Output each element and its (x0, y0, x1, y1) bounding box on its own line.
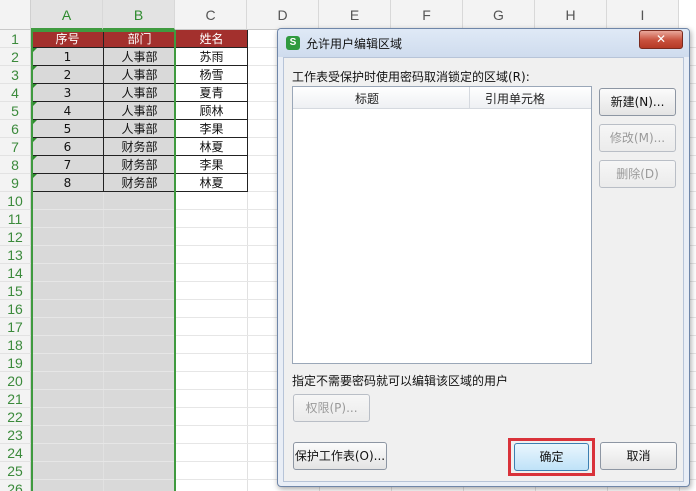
row-header-7[interactable]: 7 (0, 138, 31, 156)
row-header-25[interactable]: 25 (0, 462, 31, 480)
row-header-16[interactable]: 16 (0, 300, 31, 318)
column-header-a[interactable]: A (31, 0, 103, 30)
row-header-22[interactable]: 22 (0, 408, 31, 426)
row-header-14[interactable]: 14 (0, 264, 31, 282)
dialog-title: 允许用户编辑区域 (306, 37, 403, 51)
row-header-18[interactable]: 18 (0, 336, 31, 354)
row-header-26[interactable]: 26 (0, 480, 31, 491)
table-cell[interactable]: 苏雨 (176, 48, 247, 66)
table-cell[interactable]: 林夏 (176, 174, 247, 192)
dialog-titlebar[interactable]: S 允许用户编辑区域 ✕ (278, 29, 689, 57)
table-cell[interactable]: 林夏 (176, 138, 247, 156)
table-cell[interactable]: 夏青 (176, 84, 247, 102)
row-header-23[interactable]: 23 (0, 426, 31, 444)
column-header-i[interactable]: I (607, 0, 679, 30)
row-header-15[interactable]: 15 (0, 282, 31, 300)
row-header-8[interactable]: 8 (0, 156, 31, 174)
ranges-list[interactable]: 标题 引用单元格 (292, 86, 592, 364)
row-header-9[interactable]: 9 (0, 174, 31, 192)
table-cell[interactable]: 杨雪 (176, 66, 247, 84)
close-button[interactable]: ✕ (639, 30, 683, 49)
table-cell[interactable]: 李果 (176, 120, 247, 138)
wps-s-icon: S (286, 36, 300, 50)
row-header-1[interactable]: 1 (0, 30, 31, 48)
column-selection-border (31, 30, 176, 491)
permissions-button[interactable]: 权限(P)... (293, 394, 370, 422)
table-cell[interactable]: 顾林 (176, 102, 247, 120)
column-header-c[interactable]: C (175, 0, 247, 30)
row-header-19[interactable]: 19 (0, 354, 31, 372)
modify-button[interactable]: 修改(M)... (599, 124, 676, 152)
ranges-label: 工作表受保护时使用密码取消锁定的区域(R): (292, 70, 530, 84)
close-icon: ✕ (655, 32, 667, 46)
row-header-20[interactable]: 20 (0, 372, 31, 390)
ok-button[interactable]: 确定 (514, 443, 589, 471)
row-header-4[interactable]: 4 (0, 84, 31, 102)
row-header-21[interactable]: 21 (0, 390, 31, 408)
row-header-2[interactable]: 2 (0, 48, 31, 66)
dialog-body: 工作表受保护时使用密码取消锁定的区域(R): 标题 引用单元格 新建(N)...… (283, 57, 684, 482)
new-button[interactable]: 新建(N)... (599, 88, 676, 116)
row-header-11[interactable]: 11 (0, 210, 31, 228)
row-header-5[interactable]: 5 (0, 102, 31, 120)
row-header-12[interactable]: 12 (0, 228, 31, 246)
protect-sheet-button[interactable]: 保护工作表(O)... (293, 442, 387, 470)
allow-users-edit-ranges-dialog: S 允许用户编辑区域 ✕ 工作表受保护时使用密码取消锁定的区域(R): 标题 引… (277, 28, 690, 487)
row-header-24[interactable]: 24 (0, 444, 31, 462)
delete-button[interactable]: 删除(D) (599, 160, 676, 188)
column-header-b[interactable]: B (103, 0, 175, 30)
users-label: 指定不需要密码就可以编辑该区域的用户 (292, 374, 509, 388)
column-header-g[interactable]: G (463, 0, 535, 30)
list-header-title: 标题 (355, 92, 380, 106)
list-header: 标题 引用单元格 (293, 87, 591, 109)
row-header-13[interactable]: 13 (0, 246, 31, 264)
select-all-corner[interactable] (0, 0, 31, 30)
column-header-d[interactable]: D (247, 0, 319, 30)
column-header-f[interactable]: F (391, 0, 463, 30)
row-header-10[interactable]: 10 (0, 192, 31, 210)
list-header-divider (469, 87, 470, 109)
table-header-cell[interactable]: 姓名 (176, 30, 247, 48)
column-header-e[interactable]: E (319, 0, 391, 30)
table-cell[interactable]: 李果 (176, 156, 247, 174)
cancel-button[interactable]: 取消 (600, 442, 677, 470)
column-header-h[interactable]: H (535, 0, 607, 30)
row-header-17[interactable]: 17 (0, 318, 31, 336)
row-header-3[interactable]: 3 (0, 66, 31, 84)
table-border (247, 30, 248, 192)
row-header-6[interactable]: 6 (0, 120, 31, 138)
list-header-cell-ref: 引用单元格 (485, 92, 546, 106)
